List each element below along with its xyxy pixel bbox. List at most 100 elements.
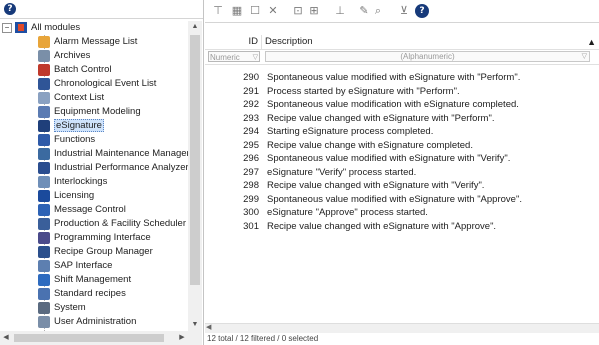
tree-horizontal-scrollbar[interactable]: ◀ ▶ bbox=[0, 331, 202, 345]
system-icon bbox=[38, 301, 50, 314]
table-row[interactable]: 298 Recipe value changed with eSignature … bbox=[205, 179, 599, 193]
table-row[interactable]: 292 Spontaneous value modification with e… bbox=[205, 98, 599, 112]
tree-root[interactable]: − All modules bbox=[2, 21, 80, 34]
tree-item[interactable]: User Administration bbox=[38, 315, 136, 328]
id-filter-text: Numeric bbox=[210, 53, 240, 62]
help-icon[interactable]: ? bbox=[4, 3, 16, 15]
table-row[interactable]: 299 Spontaneous value modified with eSign… bbox=[205, 193, 599, 207]
event-list-icon bbox=[38, 77, 50, 90]
filter-funnel-icon[interactable]: ▽ bbox=[582, 52, 587, 62]
tree-item[interactable]: Industrial Performance Analyzer bbox=[38, 161, 188, 174]
row-id: 291 bbox=[243, 85, 259, 97]
tree-item[interactable]: eSignature bbox=[38, 119, 104, 132]
tree-item[interactable]: System bbox=[38, 301, 86, 314]
tree-item[interactable]: Interlockings bbox=[38, 175, 107, 188]
edit-icon[interactable]: ✎ bbox=[357, 4, 371, 18]
table-row[interactable]: 290 Spontaneous value modified with eSign… bbox=[205, 71, 599, 85]
tree-item-label: Recipe Group Manager bbox=[54, 246, 153, 257]
tree-item[interactable]: Programming Interface bbox=[38, 231, 151, 244]
filter-funnel-icon[interactable]: ▽ bbox=[253, 52, 258, 63]
tree-item-label: Equipment Modeling bbox=[54, 106, 141, 117]
tree-item[interactable]: Batch Control bbox=[38, 63, 112, 76]
export-icon[interactable]: ⊞ bbox=[307, 4, 321, 18]
equipment-icon bbox=[38, 105, 50, 118]
tree-item-label: Industrial Performance Analyzer bbox=[54, 162, 188, 173]
row-id: 290 bbox=[243, 72, 259, 83]
filter-icon[interactable]: ⊤ bbox=[211, 4, 225, 18]
tree-item-label: Batch Control bbox=[54, 64, 112, 75]
table-row[interactable]: 293 Recipe value changed with eSignature … bbox=[205, 112, 599, 126]
id-filter-field[interactable]: Numeric ▽ bbox=[208, 51, 260, 62]
tree-item[interactable]: Standard recipes bbox=[38, 287, 126, 300]
column-header-id[interactable]: ID bbox=[205, 35, 262, 49]
frame-icon[interactable]: ⊡ bbox=[291, 4, 305, 18]
tree-item[interactable]: Chronological Event List bbox=[38, 77, 156, 90]
collapse-icon[interactable]: − bbox=[2, 22, 12, 33]
description-filter-field[interactable]: (Alphanumeric) ▽ bbox=[265, 51, 590, 62]
tree-item[interactable]: Licensing bbox=[38, 189, 94, 202]
tree-item-label: Standard recipes bbox=[54, 288, 126, 299]
tree-item-label: Interlockings bbox=[54, 176, 108, 187]
row-id: 297 bbox=[243, 166, 259, 178]
grid-panel: ⊤ ▦ ☐ ✕ ⊡ ⊞ ⊥ ✎ ⌕ ⊻? ID Description ▲ Numeric ▽ (… bbox=[205, 0, 599, 345]
module-tile-icon[interactable]: ▦ bbox=[230, 4, 244, 18]
tree-item[interactable]: Industrial Maintenance Manager bbox=[38, 147, 188, 160]
status-bar-text: 12 total / 12 filtered / 0 selected bbox=[207, 334, 319, 343]
tree-item-label: Alarm Message List bbox=[54, 36, 138, 47]
tree-item[interactable]: Functions bbox=[38, 133, 95, 146]
help-icon[interactable]: ? bbox=[415, 4, 429, 18]
row-id: 301 bbox=[243, 220, 259, 232]
row-id: 300 bbox=[243, 207, 259, 218]
row-description: Process started by eSignature with "Perf… bbox=[267, 85, 460, 97]
tree-item[interactable]: Archives bbox=[38, 49, 90, 62]
sort-ascending-icon[interactable]: ▲ bbox=[587, 36, 596, 48]
tree-item-label: eSignature bbox=[54, 119, 104, 132]
scroll-down-arrow-icon[interactable]: ▼ bbox=[188, 319, 202, 331]
row-id: 292 bbox=[243, 99, 259, 110]
table-row[interactable]: 296 Spontaneous value modified with eSign… bbox=[205, 152, 599, 166]
row-id: 294 bbox=[243, 126, 259, 137]
toolbar: ⊤ ▦ ☐ ✕ ⊡ ⊞ ⊥ ✎ ⌕ ⊻? bbox=[205, 0, 599, 23]
tree-scroll-thumb[interactable] bbox=[190, 35, 200, 285]
scroll-left-arrow-icon[interactable]: ◀ bbox=[206, 323, 211, 331]
tree-hscroll-thumb[interactable] bbox=[14, 334, 164, 342]
scroll-up-arrow-icon[interactable]: ▲ bbox=[188, 21, 202, 33]
tree-item[interactable]: Alarm Message List bbox=[38, 35, 137, 48]
tree-item[interactable]: Production & Facility Scheduler bbox=[38, 217, 186, 230]
tree-header: ? bbox=[0, 0, 203, 19]
tree-item[interactable]: Message Control bbox=[38, 203, 126, 216]
batch-control-icon bbox=[38, 63, 50, 76]
tree-item-label: System bbox=[54, 302, 86, 313]
delete-icon[interactable]: ✕ bbox=[266, 4, 280, 18]
grid-header: ID Description ▲ bbox=[205, 35, 599, 50]
table-row[interactable]: 300 eSignature "Approve" process started. bbox=[205, 206, 599, 220]
row-description: Recipe value changed with eSignature wit… bbox=[267, 180, 485, 191]
window-icon[interactable]: ☐ bbox=[248, 4, 262, 18]
row-description: eSignature "Approve" process started. bbox=[267, 207, 428, 218]
tree-item[interactable]: Equipment Modeling bbox=[38, 105, 141, 118]
tree-item[interactable]: SAP Interface bbox=[38, 259, 112, 272]
tree-item[interactable]: Context List bbox=[38, 91, 104, 104]
table-row[interactable]: 301 Recipe value changed with eSignature … bbox=[205, 220, 599, 234]
tree-vertical-scrollbar[interactable]: ▲ ▼ bbox=[188, 21, 202, 331]
tree-item[interactable]: Shift Management bbox=[38, 273, 131, 286]
table-row[interactable]: 291 Process started by eSignature with "P… bbox=[205, 85, 599, 99]
table-row[interactable]: 297 eSignature "Verify" process started. bbox=[205, 166, 599, 180]
funnel-icon[interactable]: ⊥ bbox=[333, 4, 347, 18]
scroll-left-arrow-icon[interactable]: ◀ bbox=[0, 331, 12, 345]
module-tree: − All modules Alarm Message List Archives… bbox=[0, 21, 188, 331]
shift-icon bbox=[38, 273, 50, 286]
find-icon[interactable]: ⌕ bbox=[371, 4, 385, 18]
table-row[interactable]: 295 Recipe value change with eSignature c… bbox=[205, 139, 599, 153]
description-filter-text: (Alphanumeric) bbox=[400, 52, 455, 61]
tree-item[interactable]: Recipe Group Manager bbox=[38, 245, 153, 258]
scroll-right-arrow-icon[interactable]: ▶ bbox=[176, 331, 188, 345]
column-header-description[interactable]: Description bbox=[265, 35, 313, 49]
user-admin-icon bbox=[38, 315, 50, 328]
clear-filter-icon[interactable]: ⊻ bbox=[397, 4, 411, 18]
modules-root-icon bbox=[15, 22, 27, 33]
row-description: Starting eSignature process completed. bbox=[267, 126, 434, 137]
tree-item-label: Shift Management bbox=[54, 274, 132, 285]
grid-horizontal-scrollbar[interactable]: ◀ bbox=[205, 323, 599, 333]
table-row[interactable]: 294 Starting eSignature process completed… bbox=[205, 125, 599, 139]
